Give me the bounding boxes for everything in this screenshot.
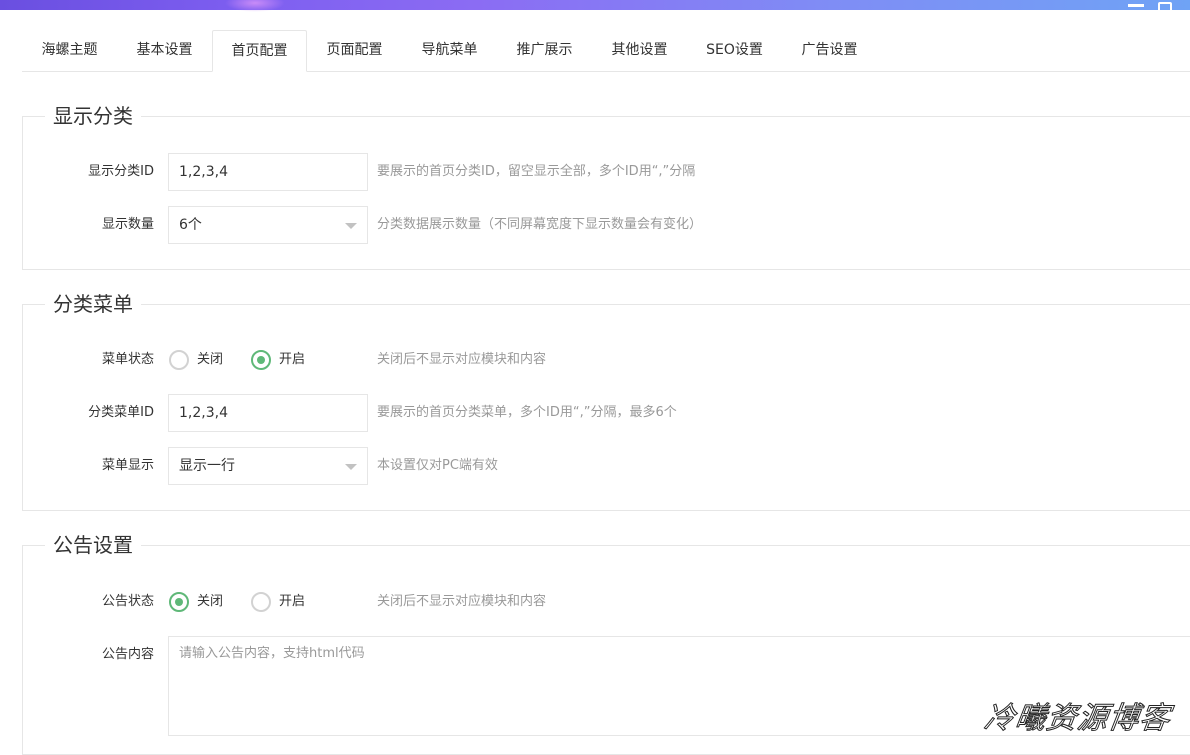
top-header-bar [0, 0, 1190, 12]
minimize-icon[interactable] [1128, 4, 1144, 7]
tab-nav-menu[interactable]: 导航菜单 [402, 30, 497, 71]
display-category-section: 显示分类 显示分类ID 1,2,3,4 要展示的首页分类ID，留空显示全部，多个… [22, 103, 1190, 270]
menu-status-off-label: 关闭 [197, 352, 224, 367]
category-id-input[interactable]: 1,2,3,4 [168, 153, 368, 191]
tab-ad-settings[interactable]: 广告设置 [782, 30, 877, 71]
menu-display-label: 菜单显示 [101, 458, 154, 473]
tab-other-settings[interactable]: 其他设置 [592, 30, 687, 71]
radio-unchecked-icon [169, 350, 189, 370]
notice-content-label: 公告内容 [101, 647, 154, 662]
section-title-notice: 公告设置 [45, 532, 141, 558]
menu-display-row: 菜单显示 显示一行 本设置仅对PC端有效 [23, 447, 1190, 485]
tab-promotion[interactable]: 推广展示 [497, 30, 592, 71]
notice-status-on-radio[interactable]: 开启 [251, 583, 321, 621]
watermark-text: 冷曦资源博客 [982, 701, 1174, 737]
category-id-hint: 要展示的首页分类ID，留空显示全部，多个ID用“,”分隔 [377, 164, 696, 179]
radio-checked-icon [251, 350, 271, 370]
menu-display-value: 显示一行 [179, 458, 235, 474]
chevron-down-icon [345, 464, 357, 470]
tab-page-config[interactable]: 页面配置 [307, 30, 402, 71]
radio-checked-icon [169, 592, 189, 612]
display-count-label: 显示数量 [101, 217, 154, 232]
menu-status-row: 菜单状态 关闭 开启 关闭后不显示对应模块和内容 [23, 341, 1190, 379]
notice-status-off-label: 关闭 [197, 594, 224, 609]
menu-id-row: 分类菜单ID 1,2,3,4 要展示的首页分类菜单，多个ID用“,”分隔，最多6… [23, 394, 1190, 432]
tab-homepage-config[interactable]: 首页配置 [212, 30, 307, 72]
section-title-display-category: 显示分类 [45, 103, 141, 129]
menu-id-input[interactable]: 1,2,3,4 [168, 394, 368, 432]
tab-theme[interactable]: 海螺主题 [22, 30, 117, 71]
menu-status-off-radio[interactable]: 关闭 [169, 341, 239, 379]
display-count-value: 6个 [179, 217, 202, 233]
menu-status-hint: 关闭后不显示对应模块和内容 [377, 352, 547, 367]
menu-id-hint: 要展示的首页分类菜单，多个ID用“,”分隔，最多6个 [377, 405, 677, 420]
section-title-category-menu: 分类菜单 [45, 291, 141, 317]
display-count-select[interactable]: 6个 [168, 206, 368, 244]
notice-status-off-radio[interactable]: 关闭 [169, 583, 239, 621]
category-id-label: 显示分类ID [88, 164, 154, 179]
menu-display-hint: 本设置仅对PC端有效 [377, 458, 498, 473]
header-glow-decoration [225, 0, 285, 12]
menu-status-on-radio[interactable]: 开启 [251, 341, 321, 379]
menu-display-select[interactable]: 显示一行 [168, 447, 368, 485]
maximize-icon[interactable] [1158, 2, 1172, 12]
category-id-row: 显示分类ID 1,2,3,4 要展示的首页分类ID，留空显示全部，多个ID用“,… [23, 153, 1190, 191]
menu-id-label: 分类菜单ID [88, 405, 154, 420]
menu-status-on-label: 开启 [279, 352, 306, 367]
menu-status-label: 菜单状态 [101, 352, 154, 367]
display-count-hint: 分类数据展示数量（不同屏幕宽度下显示数量会有变化） [377, 217, 703, 232]
notice-status-label: 公告状态 [101, 594, 154, 609]
category-menu-section: 分类菜单 菜单状态 关闭 开启 关闭后不显示对应模块和内容 分类菜单ID 1,2… [22, 291, 1190, 511]
notice-status-row: 公告状态 关闭 开启 关闭后不显示对应模块和内容 [23, 583, 1190, 621]
settings-tab-bar: 海螺主题 基本设置 首页配置 页面配置 导航菜单 推广展示 其他设置 SEO设置… [22, 30, 1190, 72]
tab-basic-settings[interactable]: 基本设置 [117, 30, 212, 71]
tab-seo-settings[interactable]: SEO设置 [687, 30, 782, 71]
notice-status-on-label: 开启 [279, 594, 306, 609]
notice-status-hint: 关闭后不显示对应模块和内容 [377, 594, 547, 609]
display-count-row: 显示数量 6个 分类数据展示数量（不同屏幕宽度下显示数量会有变化） [23, 206, 1190, 244]
radio-unchecked-icon [251, 592, 271, 612]
chevron-down-icon [345, 223, 357, 229]
